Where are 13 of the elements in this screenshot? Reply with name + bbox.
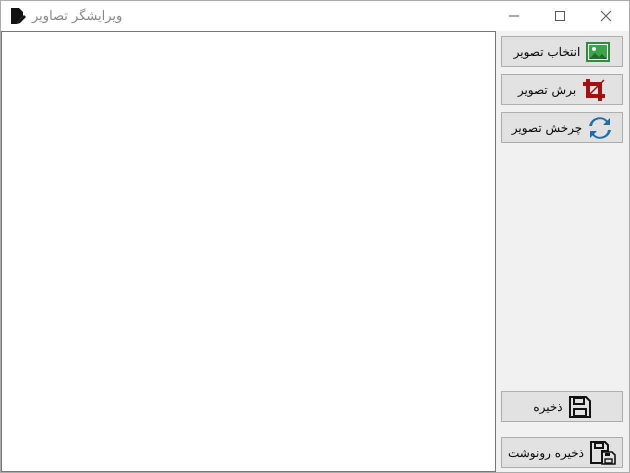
tool-button[interactable]: انتخاب تصویر xyxy=(501,36,623,67)
window-title: ویرایشگر تصاویر xyxy=(32,8,122,24)
tool-button[interactable]: ذخیره رونوشت xyxy=(501,437,623,468)
close-icon[interactable] xyxy=(600,10,612,22)
refresh-icon xyxy=(588,116,612,140)
crop-icon xyxy=(582,78,606,102)
tool-button[interactable]: برش تصویر xyxy=(501,74,623,105)
document-edit-icon xyxy=(10,7,26,25)
tool-button[interactable]: ذخیره xyxy=(501,391,623,422)
tool-button[interactable]: چرخش تصویر xyxy=(501,112,623,143)
maximize-icon[interactable] xyxy=(554,10,566,22)
image-icon xyxy=(586,42,610,62)
floppy-disks-icon xyxy=(590,440,616,464)
